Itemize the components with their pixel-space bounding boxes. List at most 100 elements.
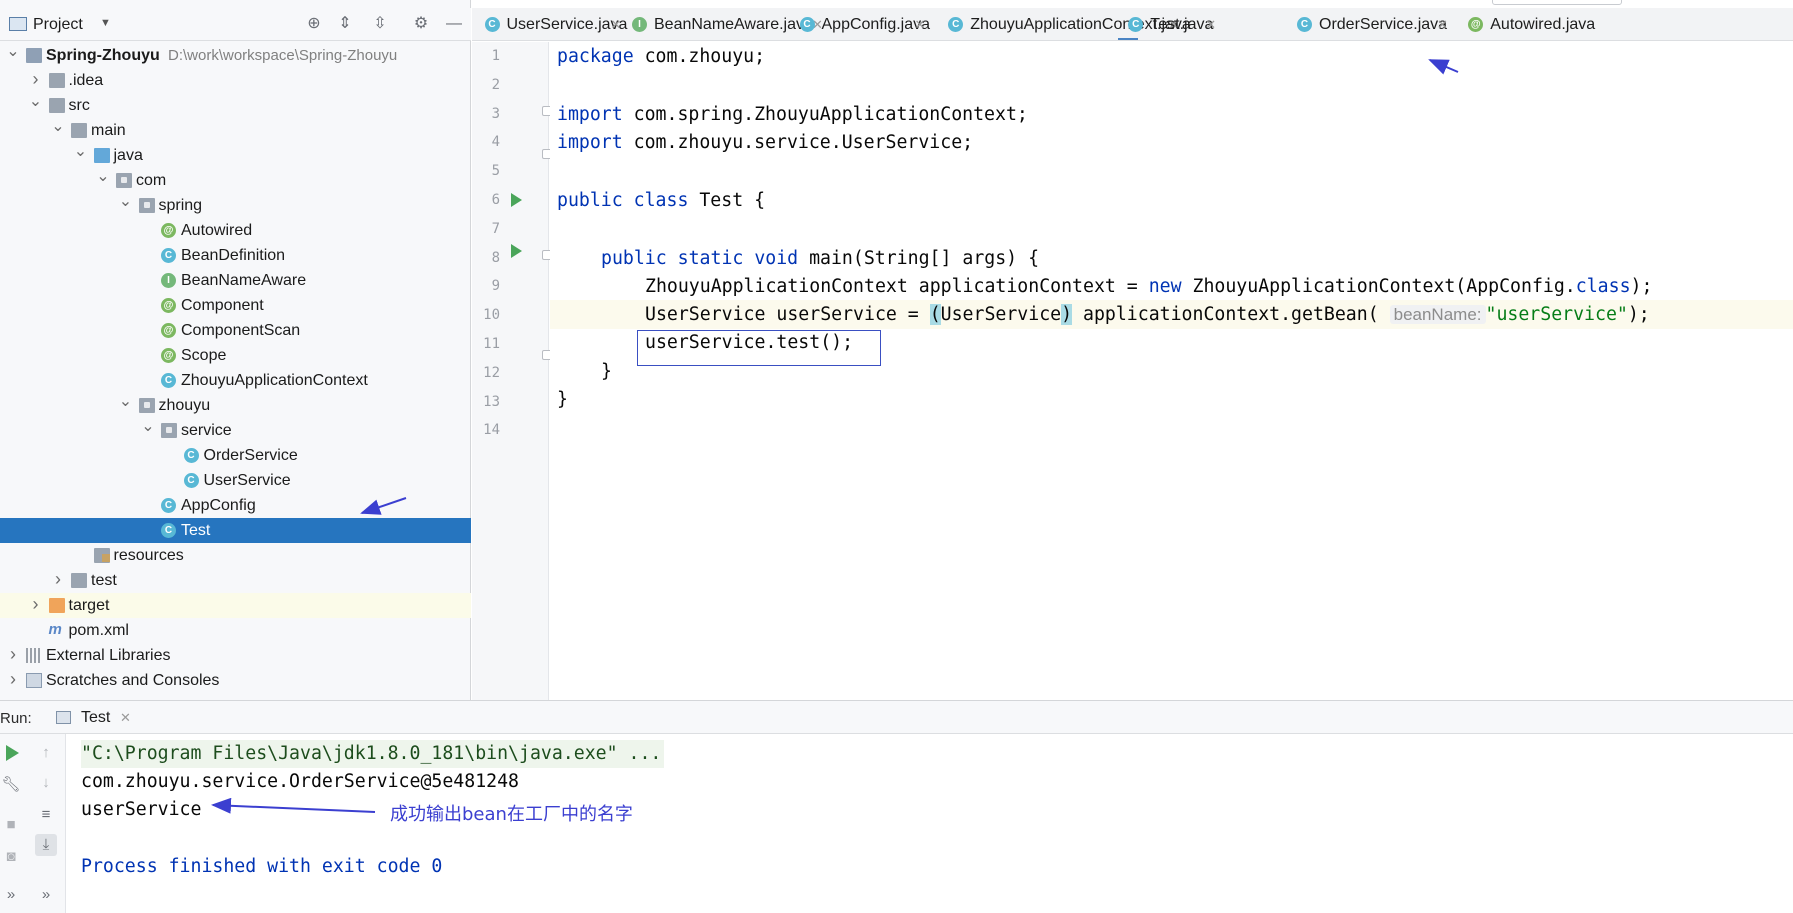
tree-item-pom-xml[interactable]: m pom.xml bbox=[0, 618, 471, 643]
module-path: D:\work\workspace\Spring-Zhouyu bbox=[168, 47, 398, 64]
annotation-icon: @ bbox=[161, 323, 176, 338]
minimize-icon[interactable]: — bbox=[443, 13, 465, 35]
tree-item-scratches-and-consoles[interactable]: › Scratches and Consoles bbox=[0, 668, 471, 693]
chevron-down-icon[interactable]: ▼ bbox=[100, 17, 111, 29]
tree-item-external-libraries[interactable]: › External Libraries bbox=[0, 643, 471, 668]
rerun-icon[interactable] bbox=[6, 745, 19, 761]
chevron-down-icon[interactable]: ⌄ bbox=[141, 418, 155, 436]
tree-item-label: BeanNameAware bbox=[181, 272, 307, 289]
tree-item-com[interactable]: ⌄ com bbox=[0, 168, 471, 193]
more-icon[interactable]: » bbox=[0, 884, 22, 906]
close-icon[interactable]: ✕ bbox=[611, 8, 622, 40]
search-box-edge[interactable] bbox=[1492, 0, 1622, 5]
tree-item-userservice[interactable]: C UserService bbox=[0, 468, 471, 493]
code-line-8[interactable]: public static void main(String[] args) { bbox=[601, 244, 1039, 273]
tree-item-test[interactable]: C Test bbox=[0, 518, 471, 543]
tree-item-src[interactable]: ⌄ src bbox=[0, 93, 471, 118]
tree-item-zhouyuapplicationcontext[interactable]: C ZhouyuApplicationContext bbox=[0, 368, 471, 393]
code-line-1[interactable]: package com.zhouyu; bbox=[557, 42, 765, 71]
chevron-right-icon[interactable]: › bbox=[6, 668, 20, 691]
tree-item-resources[interactable]: resources bbox=[0, 543, 471, 568]
chevron-down-icon[interactable]: ⌄ bbox=[74, 143, 88, 161]
run-class-icon[interactable] bbox=[511, 193, 522, 207]
collapse-all-icon[interactable]: ⇳ bbox=[369, 13, 391, 35]
class-icon: C bbox=[484, 17, 500, 32]
package-icon bbox=[116, 173, 132, 188]
code-line-6[interactable]: public class Test { bbox=[557, 186, 765, 215]
tree-item-label: service bbox=[181, 422, 232, 439]
tree-item--idea[interactable]: › .idea bbox=[0, 68, 471, 93]
line-number: 2 bbox=[491, 76, 500, 93]
chevron-down-icon[interactable]: ⌄ bbox=[29, 93, 43, 111]
tree-item-appconfig[interactable]: C AppConfig bbox=[0, 493, 471, 518]
chevron-right-icon[interactable]: › bbox=[29, 68, 43, 91]
folder-icon bbox=[48, 73, 65, 88]
package-icon bbox=[161, 423, 177, 438]
stop-icon[interactable]: ■ bbox=[0, 814, 22, 836]
chevron-down-icon[interactable]: ⌄ bbox=[119, 193, 133, 211]
tree-item-label: Spring-Zhouyu bbox=[46, 47, 160, 64]
tree-item-main[interactable]: ⌄ main bbox=[0, 118, 471, 143]
run-main-icon[interactable] bbox=[511, 244, 522, 258]
package-icon bbox=[138, 198, 155, 213]
chevron-down-icon[interactable]: ⌄ bbox=[51, 118, 65, 136]
close-icon[interactable]: ✕ bbox=[1205, 8, 1216, 40]
tree-item-label: BeanDefinition bbox=[181, 247, 286, 264]
chevron-right-icon[interactable]: › bbox=[29, 593, 43, 616]
project-panel-title[interactable]: Project bbox=[33, 16, 83, 34]
close-icon[interactable]: ✕ bbox=[915, 8, 926, 40]
tree-item-spring[interactable]: ⌄ spring bbox=[0, 193, 471, 218]
locate-icon[interactable]: ⊕ bbox=[303, 13, 325, 35]
tree-item-beandefinition[interactable]: C BeanDefinition bbox=[0, 243, 471, 268]
source-folder-icon bbox=[93, 148, 110, 163]
expand-all-icon[interactable]: ⇕ bbox=[334, 13, 356, 35]
wrench-icon[interactable]: 🔧︎ bbox=[0, 774, 22, 796]
line-number: 11 bbox=[483, 336, 500, 352]
tree-item-beannameaware[interactable]: I BeanNameAware bbox=[0, 268, 471, 293]
console-line: userService bbox=[81, 799, 202, 820]
tree-item-autowired[interactable]: @ Autowired bbox=[0, 218, 471, 243]
line-number: 7 bbox=[491, 220, 500, 237]
gear-icon[interactable]: ⚙ bbox=[410, 13, 432, 35]
tree-item-orderservice[interactable]: C OrderService bbox=[0, 443, 471, 468]
tree-item-label: OrderService bbox=[203, 447, 298, 464]
tree-item-componentscan[interactable]: @ ComponentScan bbox=[0, 318, 471, 343]
arrow-down-icon[interactable]: ↓ bbox=[35, 772, 57, 794]
tree-item-test[interactable]: › test bbox=[0, 568, 471, 593]
tree-item-service[interactable]: ⌄ service bbox=[0, 418, 471, 443]
soft-wrap-icon[interactable]: ≡ bbox=[35, 804, 57, 826]
class-icon: C bbox=[161, 498, 176, 513]
scroll-to-end-icon[interactable]: ⤓ bbox=[35, 834, 57, 856]
tree-item-target[interactable]: › target bbox=[0, 593, 471, 618]
runnable-class-icon: C bbox=[161, 523, 176, 538]
chevron-down-icon[interactable]: ⌄ bbox=[96, 168, 110, 186]
tree-item-java[interactable]: ⌄ java bbox=[0, 143, 471, 168]
tree-item-zhouyu[interactable]: ⌄ zhouyu bbox=[0, 393, 471, 418]
code-line-3[interactable]: import com.spring.ZhouyuApplicationConte… bbox=[557, 100, 1028, 129]
code-editor[interactable]: package com.zhouyu; import com.spring.Zh… bbox=[550, 42, 1793, 700]
tree-item-scope[interactable]: @ Scope bbox=[0, 343, 471, 368]
tree-item-component[interactable]: @ Component bbox=[0, 293, 471, 318]
tree-item-label: Scratches and Consoles bbox=[46, 672, 220, 689]
code-line-13[interactable]: } bbox=[557, 385, 568, 414]
tree-item-label: External Libraries bbox=[46, 647, 171, 664]
class-icon: C bbox=[161, 248, 176, 263]
chevron-down-icon[interactable]: ⌄ bbox=[6, 43, 20, 61]
more-icon[interactable]: » bbox=[35, 884, 57, 906]
code-line-10[interactable]: UserService userService = (UserService) … bbox=[645, 300, 1650, 329]
code-line-12[interactable]: } bbox=[601, 357, 612, 386]
tree-item-spring-zhouyu[interactable]: ⌄ Spring-Zhouyu D:\work\workspace\Spring-Z… bbox=[0, 43, 471, 68]
close-icon[interactable]: ✕ bbox=[1437, 8, 1448, 40]
arrow-up-icon[interactable]: ↑ bbox=[35, 742, 57, 764]
line-number: 1 bbox=[491, 48, 500, 64]
code-line-4[interactable]: import com.zhouyu.service.UserService; bbox=[557, 128, 973, 157]
run-config-icon bbox=[56, 711, 71, 724]
code-line-9[interactable]: ZhouyuApplicationContext applicationCont… bbox=[645, 272, 1652, 301]
chevron-right-icon[interactable]: › bbox=[6, 643, 20, 666]
chevron-down-icon[interactable]: ⌄ bbox=[119, 393, 133, 411]
console-output[interactable]: "C:\Program Files\Java\jdk1.8.0_181\bin\… bbox=[66, 734, 1793, 913]
close-icon[interactable]: ✕ bbox=[120, 701, 131, 735]
chevron-right-icon[interactable]: › bbox=[51, 568, 65, 591]
class-icon: C bbox=[1297, 17, 1312, 32]
camera-icon[interactable]: ◙ bbox=[0, 846, 22, 868]
